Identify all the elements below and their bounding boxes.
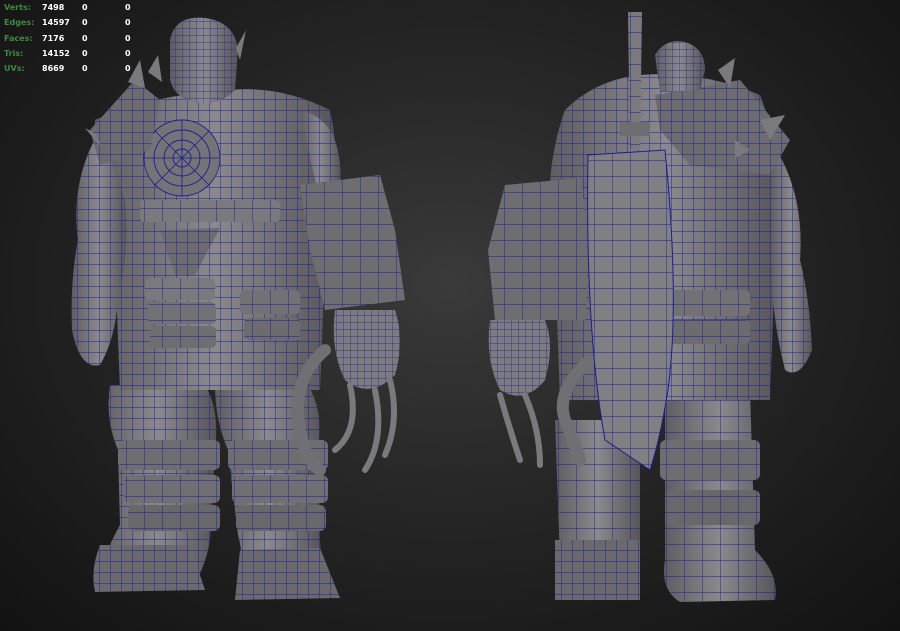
poly-count-hud: Verts: 7498 0 0 Edges: 14597 0 0 Faces: …: [4, 0, 145, 76]
hud-value: 14152: [42, 48, 70, 58]
hud-selected: 0: [82, 48, 88, 58]
hud-row-faces: Faces: 7176 0 0: [4, 31, 145, 46]
hud-row-edges: Edges: 14597 0 0: [4, 15, 145, 30]
hud-label: Edges:: [4, 18, 35, 28]
hud-selected: 0: [82, 33, 88, 43]
hud-selected-extra: 0: [125, 48, 131, 58]
hud-selected-extra: 0: [125, 64, 131, 74]
hud-label: Verts:: [4, 3, 31, 12]
back-right-leg: [660, 390, 776, 602]
hud-value: 8669: [42, 64, 65, 74]
back-head: [655, 41, 705, 92]
hud-selected: 0: [82, 18, 88, 28]
hud-value: 14597: [42, 18, 70, 28]
hud-selected-extra: 0: [125, 3, 131, 12]
hud-selected-extra: 0: [125, 18, 131, 28]
back-right-arm: [770, 140, 812, 373]
hud-selected: 0: [82, 3, 88, 12]
hud-value: 7176: [42, 33, 65, 43]
hud-selected-extra: 0: [125, 33, 131, 43]
hud-label: UVs:: [4, 64, 25, 74]
wireframe-character-front-view-icon[interactable]: [71, 17, 405, 600]
wireframe-character-back-view-icon[interactable]: [488, 12, 812, 602]
hud-label: Tris:: [4, 48, 24, 58]
front-feet: [93, 545, 340, 600]
hud-value: 7498: [42, 3, 65, 12]
3d-viewport[interactable]: Verts: 7498 0 0 Edges: 14597 0 0 Faces: …: [0, 0, 900, 631]
hud-row-uvs: UVs: 8669 0 0: [4, 61, 145, 76]
hud-row-tris: Tris: 14152 0 0: [4, 46, 145, 61]
hud-label: Faces:: [4, 33, 33, 43]
hud-selected: 0: [82, 64, 88, 74]
scene-canvas[interactable]: [0, 0, 900, 631]
hud-row-verts: Verts: 7498 0 0: [4, 0, 145, 15]
